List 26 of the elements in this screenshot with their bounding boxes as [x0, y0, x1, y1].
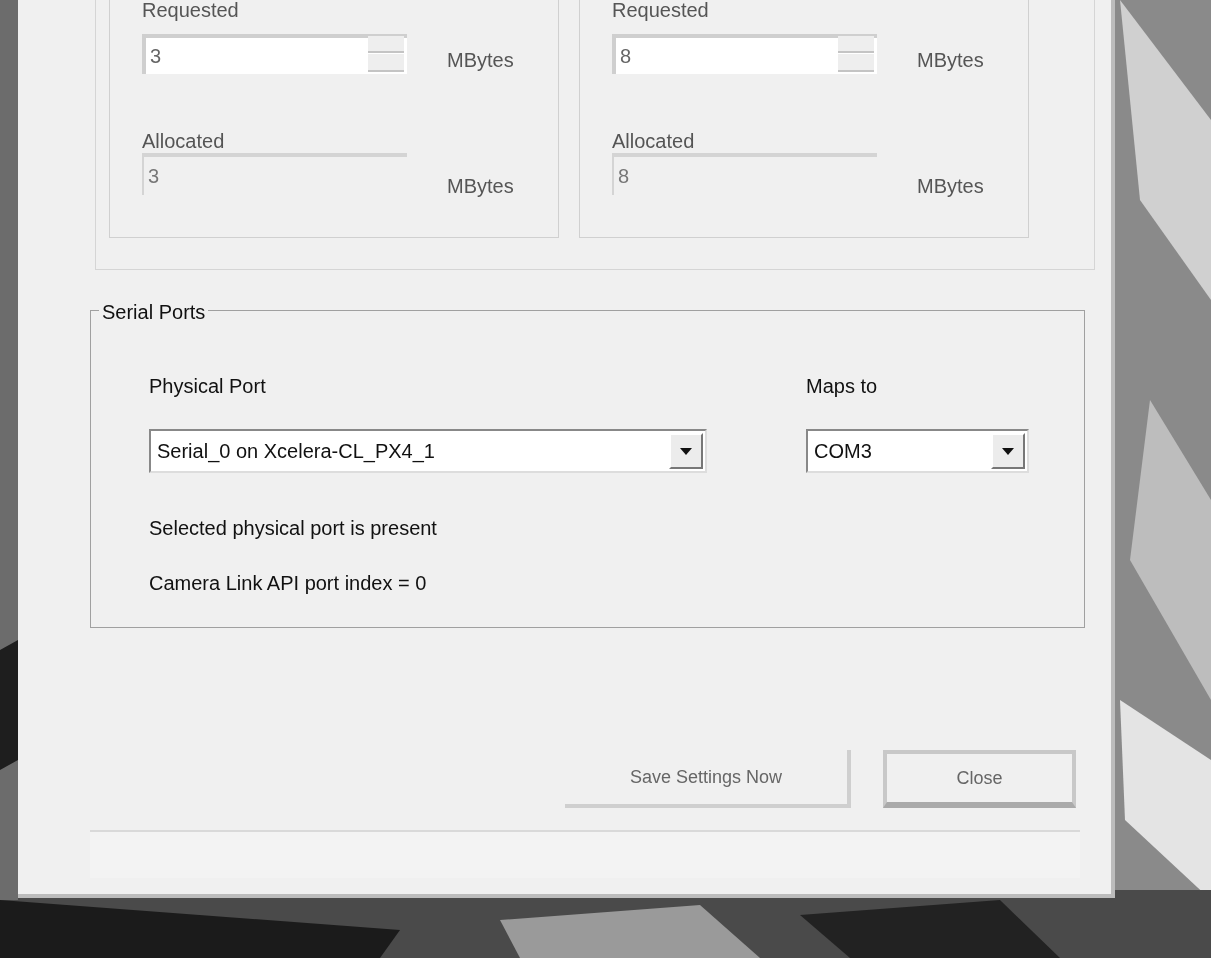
unit-label: MBytes: [917, 48, 984, 73]
unit-label: MBytes: [917, 174, 984, 199]
dialog-button[interactable]: Close: [883, 750, 1076, 808]
dialog-button[interactable]: Save Settings Now: [565, 750, 851, 808]
spin-down-button[interactable]: [838, 54, 874, 72]
caret-icon: [680, 447, 692, 455]
requested-label: Requested: [142, 0, 239, 20]
maps-to-label: Maps to: [806, 374, 878, 399]
allocated-label: Allocated: [142, 129, 225, 154]
dropdown-button[interactable]: [991, 433, 1025, 469]
dropdown-button[interactable]: [669, 433, 703, 469]
spin-up-button[interactable]: [838, 36, 874, 53]
allocated-label: Allocated: [612, 129, 695, 154]
spin-down-button[interactable]: [368, 54, 404, 72]
allocated-field: 3: [142, 153, 407, 195]
spin-up-button[interactable]: [368, 36, 404, 53]
port-dropdown[interactable]: Serial_0 on Xcelera-CL_PX4_1: [149, 429, 707, 473]
unit-label: MBytes: [447, 48, 514, 73]
caret-icon: [1002, 447, 1014, 455]
physical-port-label: Physical Port: [149, 374, 266, 399]
port-index-text: Camera Link API port index = 0: [149, 571, 427, 596]
allocated-field: 8: [612, 153, 877, 195]
com-dropdown[interactable]: COM3: [806, 429, 1029, 473]
status-text: Selected physical port is present: [149, 516, 437, 541]
unit-label: MBytes: [447, 174, 514, 199]
requested-label: Requested: [612, 0, 709, 20]
